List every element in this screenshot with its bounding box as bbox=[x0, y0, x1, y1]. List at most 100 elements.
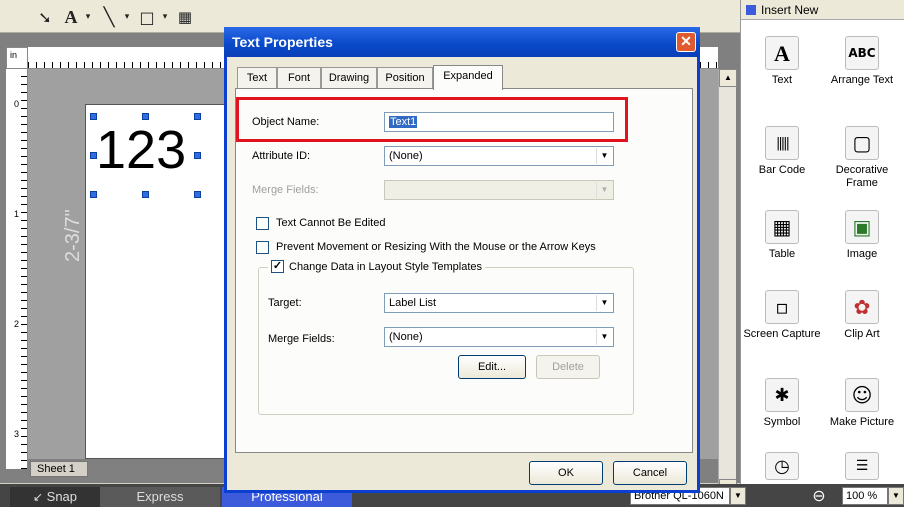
barcode-icon: ||||| bbox=[765, 126, 799, 160]
table-tool-icon[interactable]: ▦ bbox=[174, 6, 196, 28]
ruler-unit: in bbox=[6, 47, 28, 69]
screen-capture-icon: ▫ bbox=[765, 290, 799, 324]
chevron-down-icon[interactable]: ▾ bbox=[160, 6, 170, 28]
cannot-edit-label: Text Cannot Be Edited bbox=[276, 217, 386, 229]
tab-snap-label: Snap bbox=[46, 489, 78, 504]
cannot-edit-checkbox[interactable] bbox=[256, 217, 269, 230]
panel-header: Insert New bbox=[741, 0, 904, 20]
expanded-tab-panel: Object Name: Text1 Attribute ID: (None) … bbox=[235, 88, 693, 453]
panel-item-label: Make Picture bbox=[829, 416, 895, 428]
table-icon: ▦ bbox=[765, 210, 799, 244]
delete-button: Delete bbox=[536, 355, 600, 379]
insert-clip-art[interactable]: ✿ Clip Art bbox=[823, 290, 901, 341]
insert-text[interactable]: A Text bbox=[743, 36, 821, 87]
tab-font[interactable]: Font bbox=[277, 67, 321, 89]
chevron-down-icon[interactable]: ▼ bbox=[596, 148, 612, 164]
insert-symbol[interactable]: ✱ Symbol bbox=[743, 378, 821, 429]
highlight-box bbox=[236, 97, 628, 142]
insert-make-picture[interactable]: ☺ Make Picture bbox=[823, 378, 901, 429]
zoom-out-icon[interactable]: ⊖ bbox=[807, 487, 831, 507]
insert-table[interactable]: ▦ Table bbox=[743, 210, 821, 261]
panel-item-label: Symbol bbox=[763, 416, 801, 428]
ruler-mark: 2 bbox=[14, 319, 20, 329]
insert-more[interactable]: ◷ bbox=[743, 452, 821, 484]
clock-icon: ◷ bbox=[765, 452, 799, 480]
dialog-title: Text Properties bbox=[232, 34, 333, 50]
insert-new-panel: Insert New A Text ABC Arrange Text |||||… bbox=[740, 0, 904, 484]
chevron-down-icon[interactable]: ▼ bbox=[596, 295, 612, 311]
rectangle-tool-icon[interactable]: □ bbox=[136, 6, 158, 28]
panel-item-label: Bar Code bbox=[758, 164, 806, 176]
tab-drawing[interactable]: Drawing bbox=[321, 67, 377, 89]
target-select[interactable]: Label List ▼ bbox=[384, 293, 614, 313]
change-data-label: Change Data in Layout Style Templates bbox=[289, 260, 483, 273]
panel-item-label: Image bbox=[846, 248, 878, 260]
tab-expanded[interactable]: Expanded bbox=[433, 65, 503, 90]
prevent-move-checkbox[interactable] bbox=[256, 241, 269, 254]
decorative-frame-icon: ▢ bbox=[845, 126, 879, 160]
ok-button[interactable]: OK bbox=[529, 461, 603, 485]
list-icon: ☰ bbox=[845, 452, 879, 480]
merge-fields-select: ▼ bbox=[384, 180, 614, 200]
tab-snap[interactable]: ↙ Snap bbox=[10, 487, 100, 507]
group-merge-fields-label: Merge Fields: bbox=[268, 333, 335, 345]
text-icon: A bbox=[765, 36, 799, 70]
image-icon: ▣ bbox=[845, 210, 879, 244]
chevron-down-icon[interactable]: ▾ bbox=[83, 6, 93, 28]
attribute-id-select[interactable]: (None) ▼ bbox=[384, 146, 614, 166]
scroll-up-button[interactable]: ▲ bbox=[719, 69, 737, 87]
close-icon[interactable]: ✕ bbox=[676, 32, 696, 52]
prevent-move-label: Prevent Movement or Resizing With the Mo… bbox=[276, 241, 596, 253]
ruler-mark: 1 bbox=[14, 209, 20, 219]
group-merge-fields-value: (None) bbox=[389, 331, 423, 343]
text-tool-icon[interactable]: A bbox=[60, 6, 82, 28]
edit-button[interactable]: Edit... bbox=[458, 355, 526, 379]
insert-more[interactable]: ☰ bbox=[823, 452, 901, 484]
target-label: Target: bbox=[268, 297, 302, 309]
change-data-legend: ✓ Change Data in Layout Style Templates bbox=[268, 260, 486, 273]
sheet-tab[interactable]: Sheet 1 bbox=[30, 461, 88, 477]
symbol-icon: ✱ bbox=[765, 378, 799, 412]
select-arrow-icon[interactable]: ➘ bbox=[34, 6, 56, 28]
arrange-text-icon: ABC bbox=[845, 36, 879, 70]
resize-handle[interactable] bbox=[142, 191, 149, 198]
chevron-down-icon[interactable]: ▾ bbox=[122, 6, 132, 28]
panel-item-label: Clip Art bbox=[844, 328, 880, 340]
make-picture-icon: ☺ bbox=[845, 378, 879, 412]
chevron-down-icon[interactable]: ▼ bbox=[730, 487, 746, 505]
clip-art-icon: ✿ bbox=[845, 290, 879, 324]
panel-item-label: Arrange Text bbox=[830, 74, 894, 86]
chevron-down-icon[interactable]: ▼ bbox=[888, 487, 904, 505]
group-merge-fields-select[interactable]: (None) ▼ bbox=[384, 327, 614, 347]
insert-decorative-frame[interactable]: ▢ Decorative Frame bbox=[823, 126, 901, 190]
resize-handle[interactable] bbox=[194, 152, 201, 159]
label-height: 2-3/7" bbox=[62, 209, 84, 262]
insert-arrange-text[interactable]: ABC Arrange Text bbox=[823, 36, 901, 87]
snap-icon: ↙ bbox=[32, 490, 44, 504]
attribute-id-value: (None) bbox=[389, 150, 423, 162]
line-tool-icon[interactable]: ╲ bbox=[98, 6, 120, 28]
cancel-button[interactable]: Cancel bbox=[613, 461, 687, 485]
vertical-scrollbar[interactable]: ▲ ▼ bbox=[718, 69, 737, 499]
resize-handle[interactable] bbox=[194, 113, 201, 120]
chevron-down-icon[interactable]: ▼ bbox=[596, 329, 612, 345]
change-data-checkbox[interactable]: ✓ bbox=[271, 260, 284, 273]
insert-bar-code[interactable]: ||||| Bar Code bbox=[743, 126, 821, 177]
text-object[interactable]: 123 bbox=[96, 123, 186, 177]
zoom-field[interactable]: 100 % bbox=[842, 487, 888, 505]
resize-handle[interactable] bbox=[194, 191, 201, 198]
tab-position[interactable]: Position bbox=[377, 67, 433, 89]
resize-handle[interactable] bbox=[142, 113, 149, 120]
insert-screen-capture[interactable]: ▫ Screen Capture bbox=[743, 290, 821, 341]
dialog-titlebar[interactable]: Text Properties ✕ bbox=[224, 27, 700, 57]
tab-express[interactable]: Express bbox=[100, 487, 220, 507]
merge-fields-label: Merge Fields: bbox=[252, 184, 319, 196]
attribute-id-label: Attribute ID: bbox=[252, 150, 311, 162]
resize-handle[interactable] bbox=[90, 191, 97, 198]
tab-text[interactable]: Text bbox=[237, 67, 277, 89]
resize-handle[interactable] bbox=[90, 152, 97, 159]
insert-image[interactable]: ▣ Image bbox=[823, 210, 901, 261]
panel-item-label: Screen Capture bbox=[743, 328, 821, 340]
panel-item-label: Table bbox=[768, 248, 796, 260]
resize-handle[interactable] bbox=[90, 113, 97, 120]
